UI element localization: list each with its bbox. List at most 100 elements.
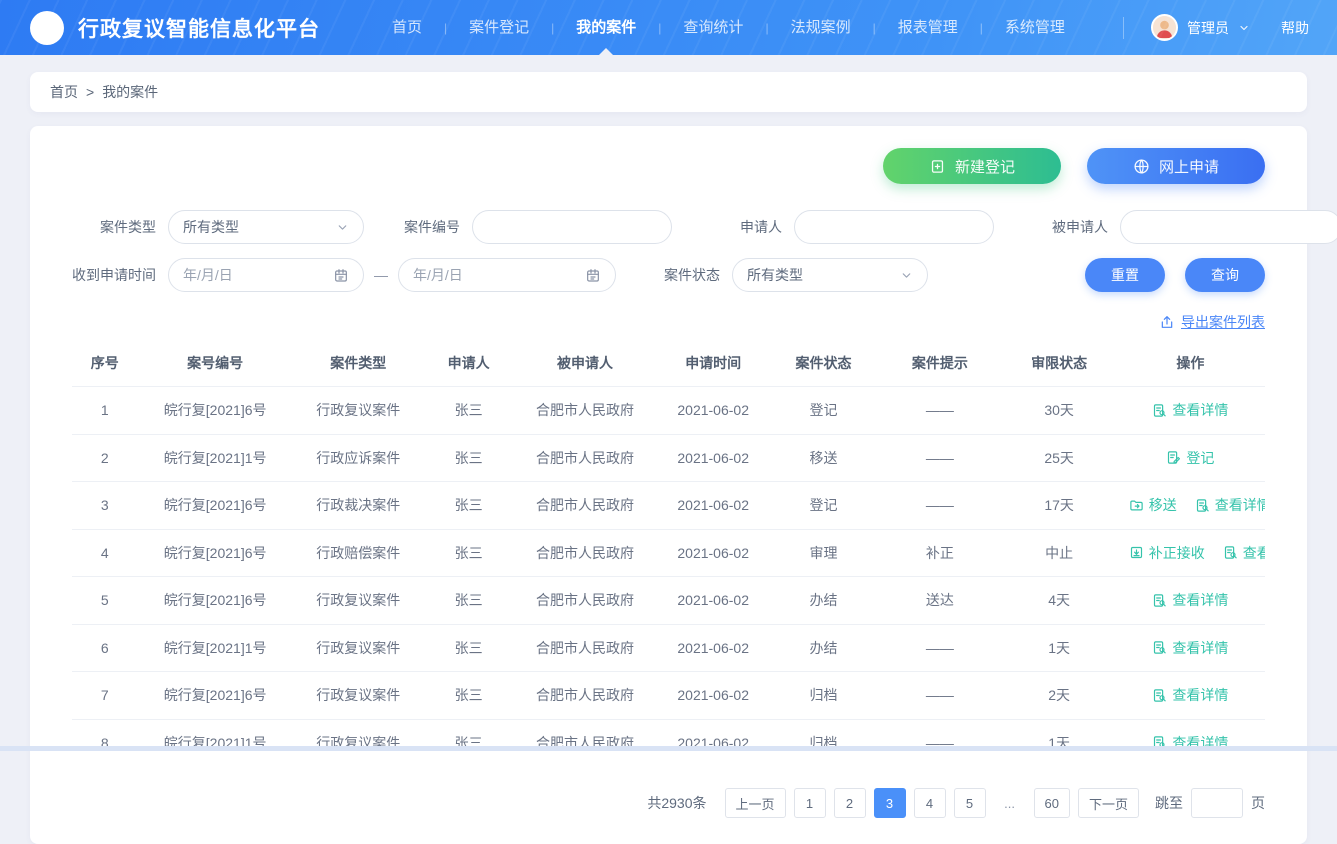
cell-applicant: 张三 [424, 672, 513, 720]
cell-deadline: 中止 [1002, 529, 1115, 577]
online-apply-button[interactable]: 网上申请 [1087, 148, 1265, 184]
chevron-down-icon[interactable] [1238, 22, 1250, 34]
calendar-icon[interactable] [585, 267, 601, 283]
action-查看详情[interactable]: 查看详情 [1152, 400, 1228, 420]
cell-case_no: 皖行复[2021]6号 [138, 482, 293, 530]
cell-apply_date: 2021-06-02 [657, 577, 770, 625]
action-移送[interactable]: 移送 [1129, 495, 1177, 515]
case-type-value: 所有类型 [183, 217, 239, 237]
reset-button[interactable]: 重置 [1085, 258, 1165, 292]
chevron-down-icon [900, 269, 913, 282]
page-button-4[interactable]: 4 [914, 788, 946, 818]
new-register-label: 新建登记 [955, 156, 1015, 177]
page-button-1[interactable]: 1 [794, 788, 826, 818]
table-row: 5皖行复[2021]6号行政复议案件张三合肥市人民政府2021-06-02办结送… [72, 577, 1265, 625]
case-no-input[interactable] [472, 210, 672, 244]
cell-status: 归档 [770, 672, 877, 720]
cell-seq: 1 [72, 387, 138, 435]
date-from-field [168, 258, 364, 292]
applicant-input[interactable] [794, 210, 994, 244]
nav-item-statistics[interactable]: 查询统计 [663, 0, 763, 55]
action-查看详情[interactable]: 查看详情 [1152, 638, 1228, 658]
nav-item-home[interactable]: 首页 [372, 0, 442, 55]
filter-bar: 案件类型 所有类型 案件编号 申请人 被申请人 收到申请时间 [72, 210, 1265, 292]
page-button-2[interactable]: 2 [834, 788, 866, 818]
column-header-case_no: 案号编号 [138, 338, 293, 387]
doc-search-icon [1152, 593, 1167, 608]
date-from-input[interactable] [183, 267, 303, 283]
table-header-row: 序号案号编号案件类型申请人被申请人申请时间案件状态案件提示审限状态操作 [72, 338, 1265, 387]
cell-deadline: 17天 [1002, 482, 1115, 530]
action-查看详情[interactable]: 查看详情 [1195, 495, 1265, 515]
action-label: 查看详情 [1172, 400, 1228, 420]
action-label: 查看详情 [1172, 590, 1228, 610]
case-status-select[interactable]: 所有类型 [732, 258, 928, 292]
help-link[interactable]: 帮助 [1281, 18, 1309, 38]
nav-separator: | [658, 21, 661, 35]
cell-applicant: 张三 [424, 529, 513, 577]
date-to-input[interactable] [413, 267, 533, 283]
cell-case_no: 皖行复[2021]6号 [138, 577, 293, 625]
page-button-3[interactable]: 3 [874, 788, 906, 818]
next-page-button[interactable]: 下一页 [1078, 788, 1139, 818]
user-name[interactable]: 管理员 [1187, 18, 1229, 38]
breadcrumb-home[interactable]: 首页 [50, 82, 78, 102]
column-header-case_type: 案件类型 [293, 338, 424, 387]
case-status-label: 案件状态 [664, 265, 720, 285]
nav-item-system[interactable]: 系统管理 [985, 0, 1085, 55]
action-查看详情[interactable]: 查看详情 [1152, 685, 1228, 705]
page-button-60[interactable]: 60 [1034, 788, 1070, 818]
cell-case_type: 行政复议案件 [293, 624, 424, 672]
search-button[interactable]: 查询 [1185, 258, 1265, 292]
cell-case_type: 行政复议案件 [293, 577, 424, 625]
nav-item-reports[interactable]: 报表管理 [878, 0, 978, 55]
nav-item-my-cases[interactable]: 我的案件 [556, 0, 656, 55]
app-header: 行政复议智能信息化平台 首页|案件登记|我的案件|查询统计|法规案例|报表管理|… [0, 0, 1337, 55]
cell-case_type: 行政赔偿案件 [293, 529, 424, 577]
user-avatar[interactable] [1151, 14, 1178, 41]
respondent-input[interactable] [1120, 210, 1337, 244]
user-area: 管理员 帮助 [1123, 14, 1309, 41]
column-header-status: 案件状态 [770, 338, 877, 387]
cell-case_no: 皖行复[2021]1号 [138, 624, 293, 672]
nav-separator: | [980, 21, 983, 35]
cell-status: 登记 [770, 387, 877, 435]
export-link[interactable]: 导出案件列表 [1159, 312, 1265, 332]
case-type-select[interactable]: 所有类型 [168, 210, 364, 244]
prev-page-button[interactable]: 上一页 [725, 788, 786, 818]
jump-page-input[interactable] [1191, 788, 1243, 818]
column-header-seq: 序号 [72, 338, 138, 387]
cell-actions: 查看详情 [1116, 672, 1265, 720]
inbox-down-icon [1129, 545, 1144, 560]
cell-respondent: 合肥市人民政府 [513, 482, 656, 530]
cell-applicant: 张三 [424, 624, 513, 672]
action-label: 查看详情 [1172, 685, 1228, 705]
cell-seq: 8 [72, 719, 138, 766]
new-register-button[interactable]: 新建登记 [883, 148, 1061, 184]
action-补正接收[interactable]: 补正接收 [1129, 543, 1205, 563]
cell-apply_date: 2021-06-02 [657, 719, 770, 766]
nav-item-register[interactable]: 案件登记 [449, 0, 549, 55]
breadcrumb-current: 我的案件 [102, 82, 158, 102]
column-header-hint: 案件提示 [877, 338, 1002, 387]
page-button-5[interactable]: 5 [954, 788, 986, 818]
doc-search-icon [1152, 403, 1167, 418]
cell-deadline: 1天 [1002, 719, 1115, 766]
cell-case_type: 行政复议案件 [293, 672, 424, 720]
cell-actions: 登记 [1116, 434, 1265, 482]
column-header-applicant: 申请人 [424, 338, 513, 387]
cell-hint: 送达 [877, 577, 1002, 625]
cell-status: 办结 [770, 577, 877, 625]
action-查看详情[interactable]: 查看详情 [1152, 590, 1228, 610]
bottom-strip [0, 746, 1337, 751]
nav-item-regulations[interactable]: 法规案例 [771, 0, 871, 55]
column-header-actions: 操作 [1116, 338, 1265, 387]
action-查看详情[interactable]: 查看详情 [1223, 543, 1265, 563]
column-header-deadline: 审限状态 [1002, 338, 1115, 387]
cell-seq: 4 [72, 529, 138, 577]
cell-case_no: 皖行复[2021]6号 [138, 529, 293, 577]
cell-status: 移送 [770, 434, 877, 482]
calendar-icon[interactable] [333, 267, 349, 283]
pagination-total: 共2930条 [647, 793, 706, 813]
action-登记[interactable]: 登记 [1166, 448, 1214, 468]
